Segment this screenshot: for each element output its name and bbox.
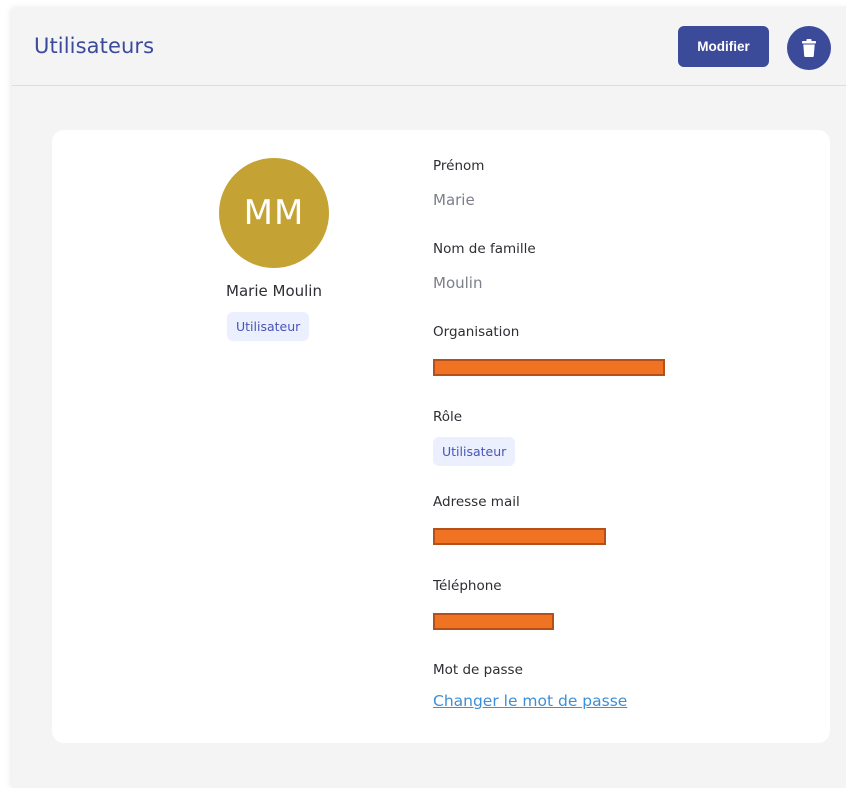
organisation-label: Organisation	[433, 324, 520, 340]
app-window: Utilisateurs Modifier MM Marie Moulin Ut…	[12, 8, 846, 788]
phone-redacted-value	[433, 613, 554, 630]
first-name-value: Marie	[433, 191, 475, 209]
page-title: Utilisateurs	[34, 34, 155, 58]
password-label: Mot de passe	[433, 662, 523, 678]
page-header: Utilisateurs Modifier	[12, 8, 846, 86]
organisation-redacted-value	[433, 359, 665, 376]
role-label: Rôle	[433, 409, 463, 425]
role-badge: Utilisateur	[433, 437, 516, 466]
avatar-initials: MM	[243, 193, 305, 233]
phone-label: Téléphone	[433, 578, 502, 594]
edit-button[interactable]: Modifier	[678, 26, 769, 67]
email-label: Adresse mail	[433, 494, 520, 510]
trash-icon	[802, 39, 816, 57]
email-redacted-value	[433, 528, 606, 545]
user-detail-card: MM Marie Moulin Utilisateur Prénom Marie…	[52, 130, 830, 743]
profile-role-badge: Utilisateur	[227, 312, 310, 341]
change-password-link[interactable]: Changer le mot de passe	[433, 692, 627, 710]
delete-button[interactable]	[787, 26, 831, 70]
avatar: MM	[219, 158, 329, 268]
last-name-label: Nom de famille	[433, 241, 536, 257]
first-name-label: Prénom	[433, 158, 485, 174]
last-name-value: Moulin	[433, 274, 483, 292]
profile-name: Marie Moulin	[226, 282, 322, 300]
